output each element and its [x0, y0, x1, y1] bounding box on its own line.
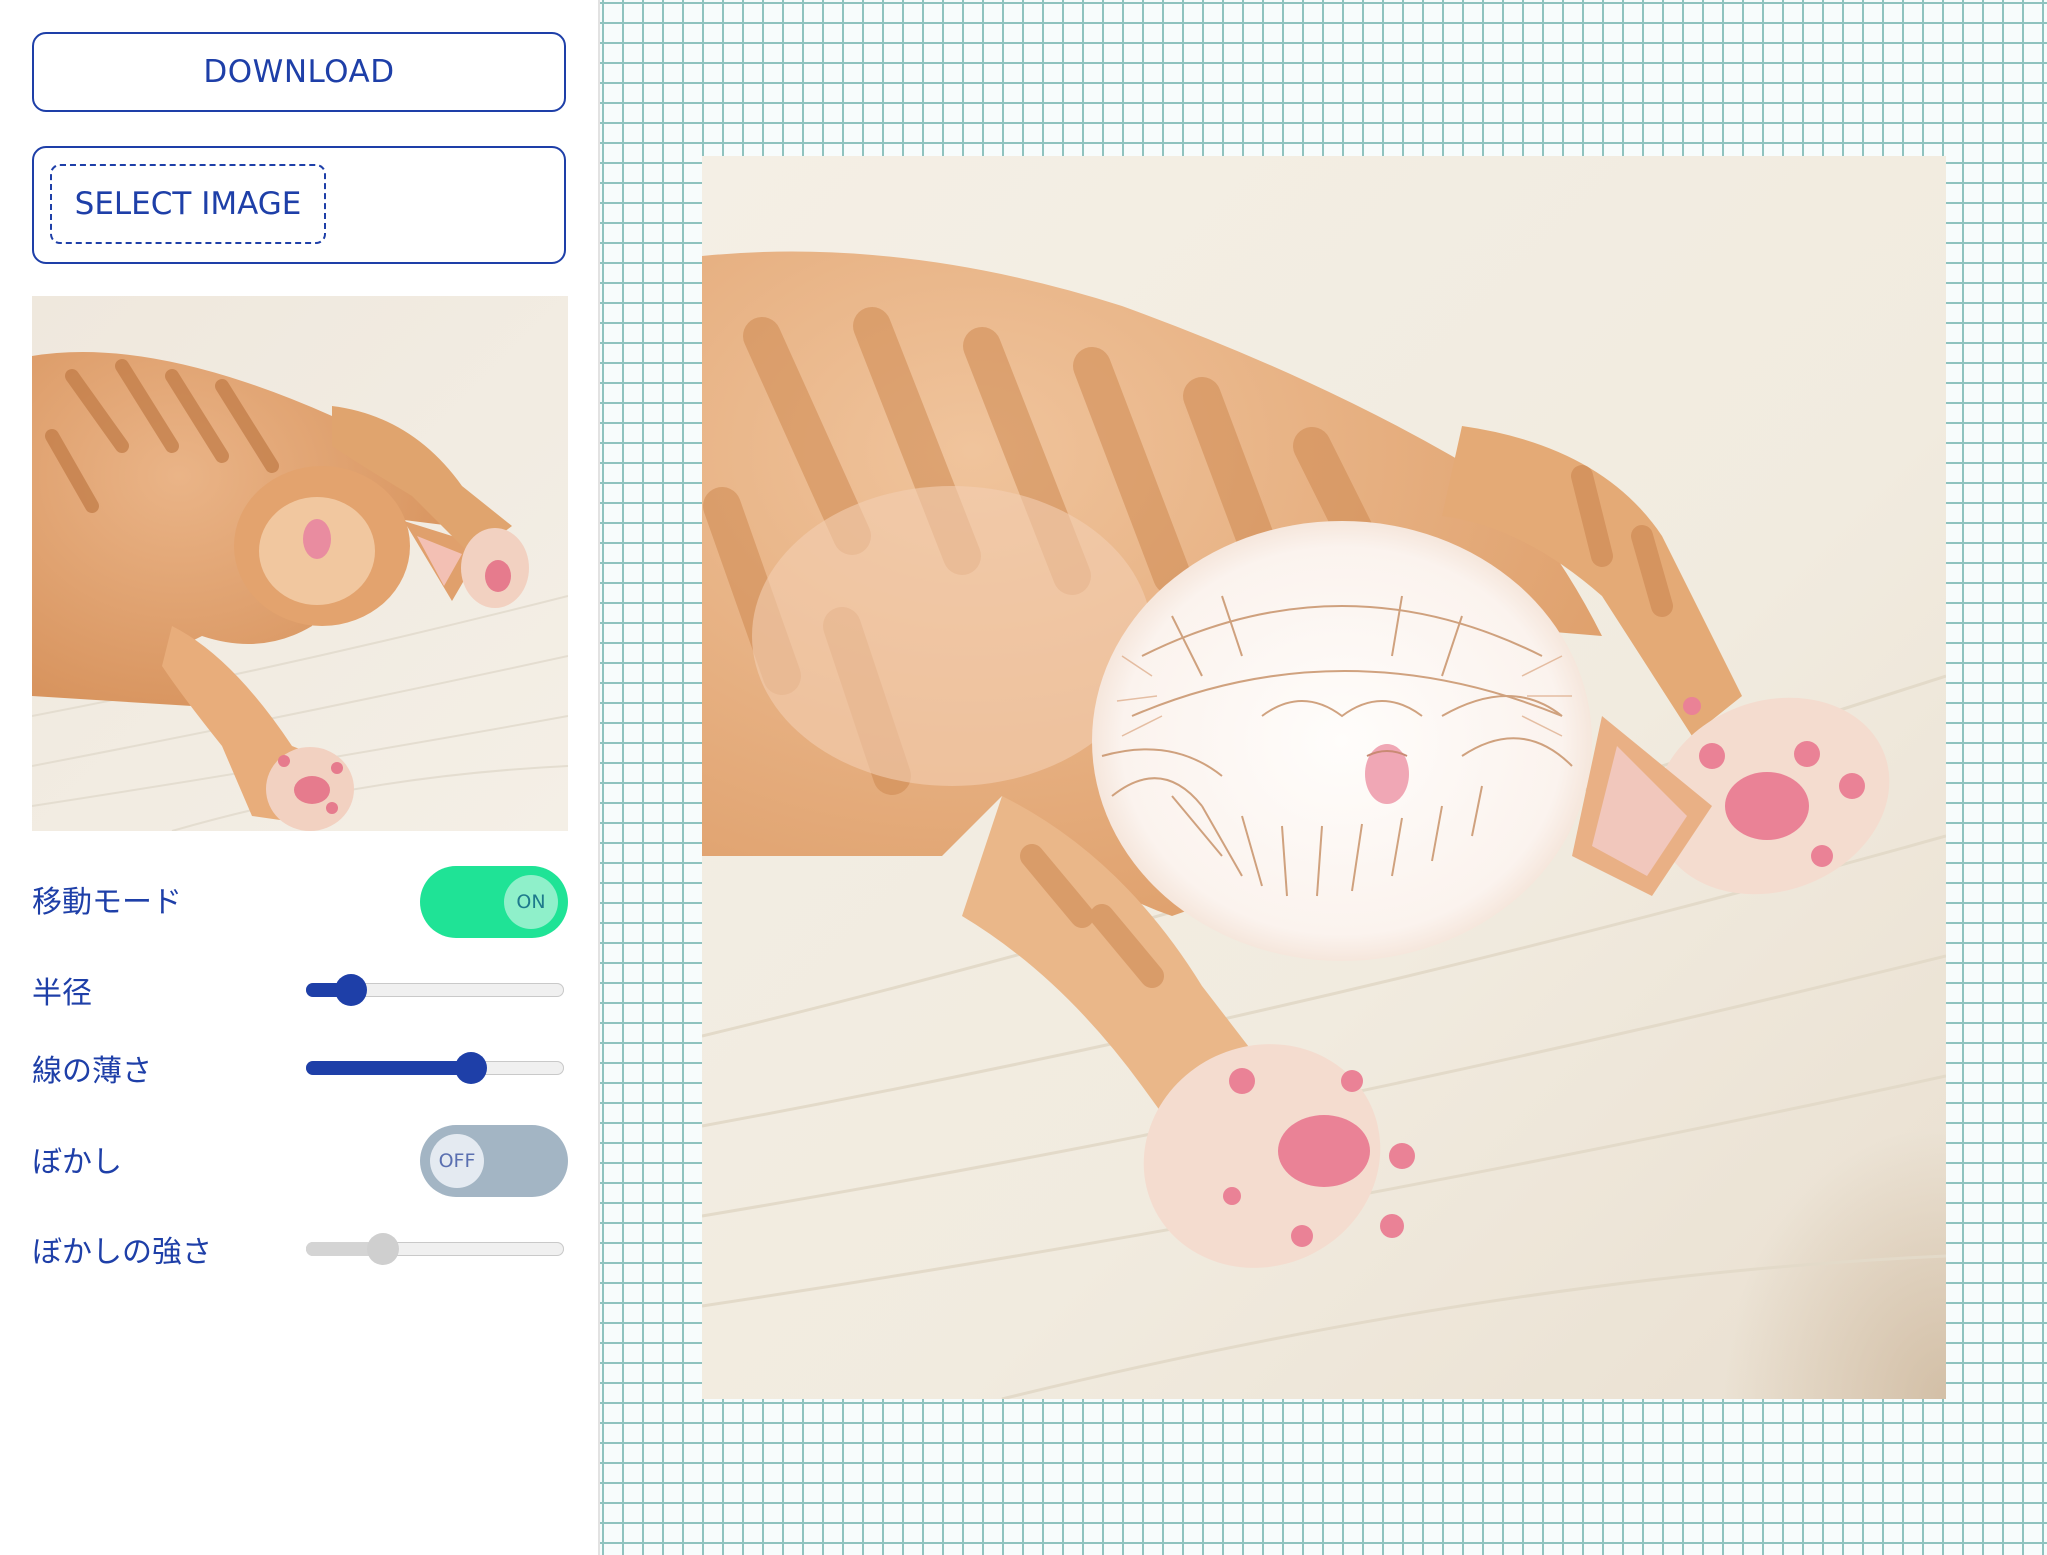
move-mode-toggle[interactable]: ON	[420, 866, 568, 938]
line-thinness-label: 線の薄さ	[32, 1054, 152, 1089]
kitten-thumbnail-image	[32, 296, 568, 831]
select-image-button[interactable]: SELECT IMAGE	[50, 164, 326, 244]
kitten-edited-image	[702, 156, 1946, 1399]
blur-strength-label: ぼかしの強さ	[32, 1235, 212, 1270]
blur-label: ぼかし	[32, 1145, 122, 1180]
line-thinness-slider[interactable]	[306, 1050, 564, 1086]
download-button[interactable]: DOWNLOAD	[32, 32, 566, 112]
image-upload-area[interactable]: SELECT IMAGE	[32, 146, 566, 264]
radius-slider[interactable]	[306, 972, 564, 1008]
radius-label: 半径	[32, 976, 92, 1011]
editing-canvas[interactable]	[702, 156, 1946, 1399]
image-preview-thumbnail	[32, 296, 568, 831]
blur-toggle[interactable]: OFF	[420, 1125, 568, 1197]
control-panel: DOWNLOAD SELECT IMAGE 移動モード ON 半径 線の薄さ ぼ…	[0, 0, 600, 1555]
radius-slider-thumb[interactable]	[335, 974, 368, 1006]
line-thinness-slider-thumb[interactable]	[455, 1052, 488, 1084]
line-thinness-slider-fill	[306, 1061, 472, 1075]
move-mode-label: 移動モード	[32, 885, 182, 920]
blur-toggle-knob: OFF	[430, 1134, 484, 1188]
move-mode-toggle-knob: ON	[504, 875, 558, 929]
blur-strength-slider[interactable]	[306, 1231, 564, 1267]
blur-strength-slider-thumb[interactable]	[367, 1233, 400, 1265]
